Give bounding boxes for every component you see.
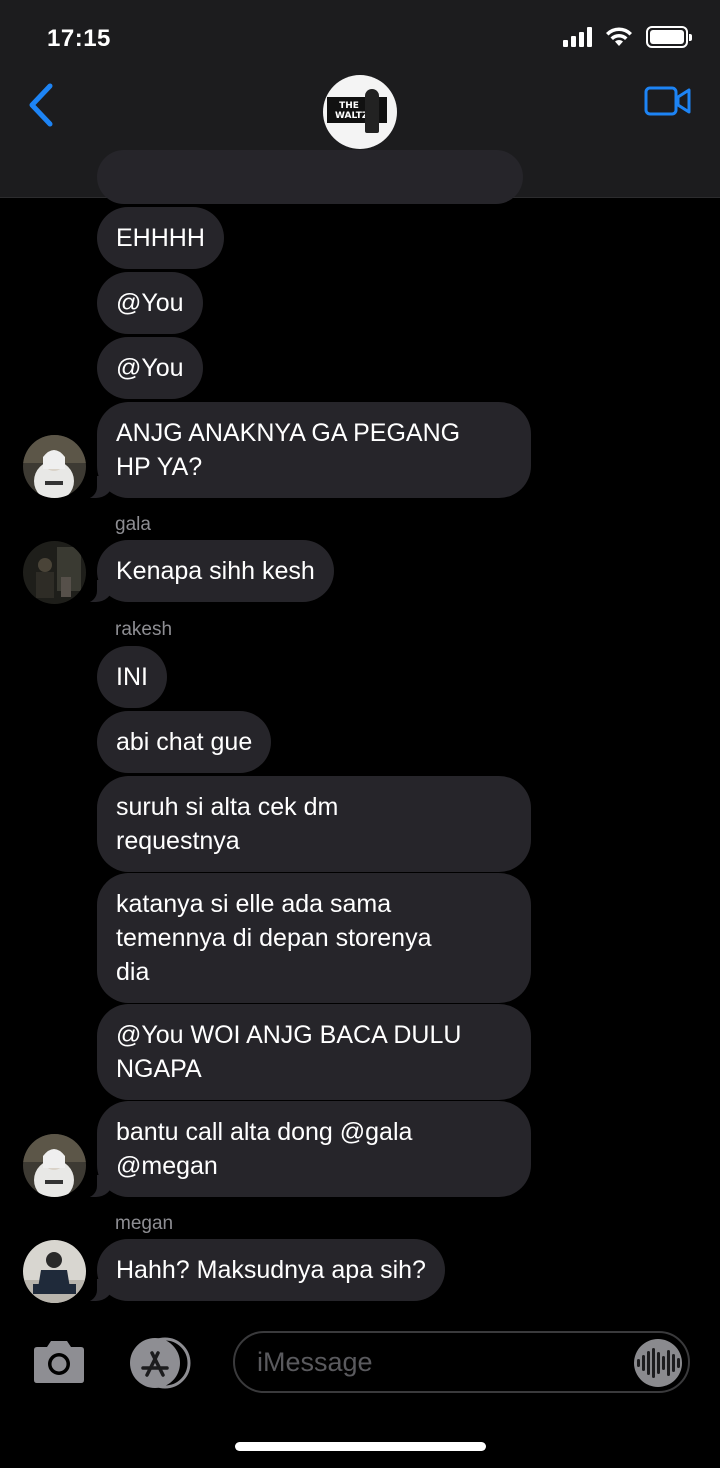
status-icons xyxy=(563,26,692,48)
imessage-input[interactable]: iMessage xyxy=(233,1331,690,1393)
message-bubble[interactable]: ANJG ANAKNYA GA PEGANG HP YA? xyxy=(83,402,531,499)
status-time: 17:15 xyxy=(47,25,111,52)
message-bubble-partial xyxy=(97,150,523,204)
avatar-photo xyxy=(23,1240,86,1303)
group-avatar[interactable]: THE WALTZ xyxy=(323,75,397,149)
app-store-icon[interactable] xyxy=(127,1337,193,1389)
message-bubble[interactable]: EHHHH xyxy=(97,207,224,269)
avatar[interactable] xyxy=(23,1240,86,1303)
audio-waveform-icon[interactable] xyxy=(634,1339,682,1387)
avatar[interactable] xyxy=(23,435,86,498)
avatar-photo xyxy=(23,435,86,498)
message-bubble[interactable]: suruh si alta cek dm requestnya xyxy=(97,776,531,872)
avatar-photo xyxy=(23,541,86,604)
message-bubble[interactable]: @You WOI ANJG BACA DULU NGAPA xyxy=(97,1004,531,1100)
avatar[interactable] xyxy=(23,1134,86,1197)
cellular-signal-icon xyxy=(563,27,592,47)
battery-icon xyxy=(646,26,692,48)
message-bubble[interactable]: @You xyxy=(97,337,203,399)
imessage-placeholder: iMessage xyxy=(257,1347,373,1377)
message-bubble[interactable]: katanya si elle ada sama temennya di dep… xyxy=(97,873,531,1003)
message-bubble[interactable]: @You xyxy=(97,272,203,334)
message-bubble[interactable]: abi chat gue xyxy=(97,711,272,773)
camera-icon[interactable] xyxy=(30,1338,88,1386)
message-bubble[interactable]: bantu call alta dong @gala @megan xyxy=(83,1101,531,1198)
message-bubble[interactable]: INI xyxy=(97,646,167,708)
sender-name: gala xyxy=(115,514,151,535)
message-bubble[interactable]: Kenapa sihh kesh xyxy=(83,540,334,603)
sender-name: rakesh xyxy=(115,619,173,640)
video-call-icon[interactable] xyxy=(644,84,692,118)
avatar-photo xyxy=(23,1134,86,1197)
wifi-icon xyxy=(606,27,632,46)
home-indicator[interactable] xyxy=(235,1442,486,1451)
group-avatar-logo: THE WALTZ xyxy=(335,101,369,121)
avatar[interactable] xyxy=(23,541,86,604)
message-bubble[interactable]: Hahh? Maksudnya apa sih? xyxy=(83,1239,445,1302)
sender-name: megan xyxy=(115,1213,174,1234)
back-chevron-icon[interactable] xyxy=(22,82,62,128)
